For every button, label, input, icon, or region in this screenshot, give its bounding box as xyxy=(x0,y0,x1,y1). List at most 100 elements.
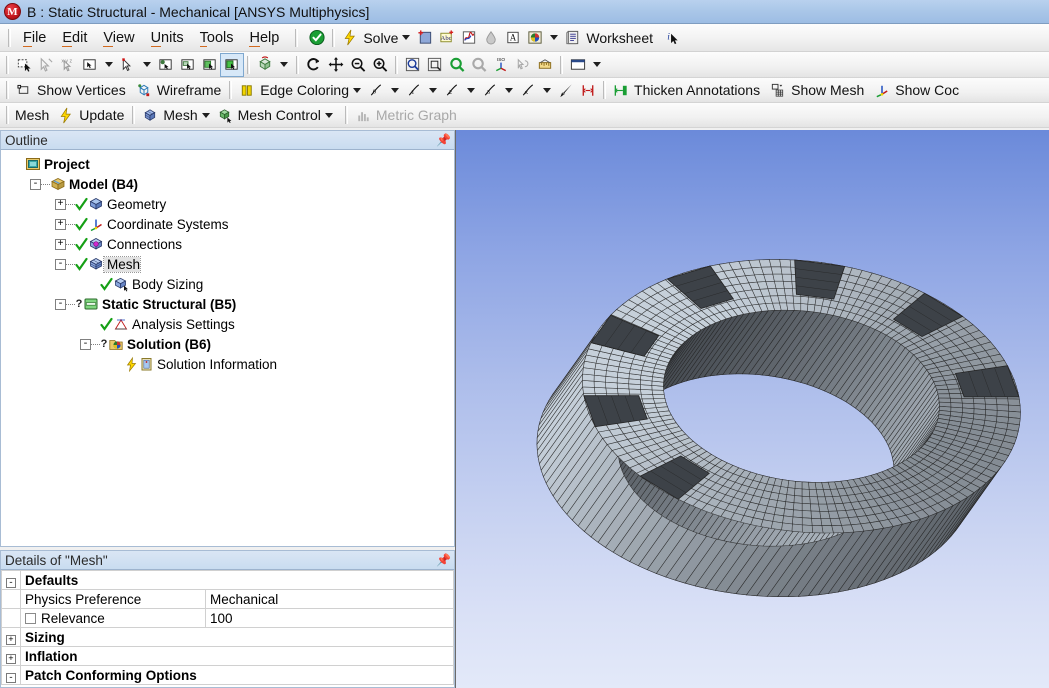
select-cursor-icon[interactable] xyxy=(13,54,35,76)
annotation-group-grip[interactable] xyxy=(603,81,606,99)
mesh-control-icon[interactable] xyxy=(214,104,236,126)
mesh-toolbar-grip[interactable] xyxy=(6,106,9,124)
tree-item-model-b4[interactable]: -Model (B4) xyxy=(5,174,454,194)
edge-thickness-1-caret[interactable] xyxy=(429,88,437,93)
lightning-solve-icon[interactable] xyxy=(339,27,361,49)
image-capture-icon[interactable] xyxy=(524,27,546,49)
edge-coloring-label[interactable]: Edge Coloring xyxy=(258,82,349,98)
menu-help[interactable]: Help xyxy=(241,28,287,48)
details-group-row[interactable]: +Inflation xyxy=(2,647,454,666)
body-select-active-icon[interactable] xyxy=(221,54,243,76)
edge-thickness-3-caret[interactable] xyxy=(505,88,513,93)
body-select-icon[interactable] xyxy=(199,54,221,76)
mesh-button-label[interactable]: Mesh xyxy=(161,107,197,123)
details-group-row[interactable]: -Defaults xyxy=(2,571,454,590)
menu-bar-grip[interactable] xyxy=(8,29,11,47)
rotate-icon[interactable] xyxy=(303,54,325,76)
tree-item-connections[interactable]: +Connections xyxy=(5,234,454,254)
details-expand-toggle[interactable]: + xyxy=(2,628,21,647)
update-button-label[interactable]: Update xyxy=(77,107,124,123)
edge-thickness-0-caret[interactable] xyxy=(391,88,399,93)
tree-item-project[interactable]: Project xyxy=(5,154,454,174)
tree-item-coordinate-systems[interactable]: +Coordinate Systems xyxy=(5,214,454,234)
menu-file[interactable]: File xyxy=(15,28,54,48)
vertex-select-icon[interactable] xyxy=(117,54,139,76)
probe-icon[interactable] xyxy=(480,27,502,49)
edge-thickness-1-icon[interactable]: 1 xyxy=(403,79,425,101)
details-collapse-toggle[interactable]: - xyxy=(2,666,21,685)
show-vertices-icon[interactable] xyxy=(13,79,35,101)
tree-item-geometry[interactable]: +Geometry xyxy=(5,194,454,214)
menu-units[interactable]: Units xyxy=(143,28,192,48)
box-zoom-icon[interactable] xyxy=(402,54,424,76)
solve-toolbar-grip[interactable] xyxy=(295,29,298,47)
thicken-annotations-label[interactable]: Thicken Annotations xyxy=(632,82,760,98)
pin-icon[interactable]: 📌 xyxy=(437,554,450,567)
image-capture-dropdown-caret[interactable] xyxy=(550,35,558,40)
tree-expand-toggle[interactable]: + xyxy=(55,239,66,250)
zoom-to-fit-icon[interactable] xyxy=(424,54,446,76)
magnify-grey-icon[interactable] xyxy=(468,54,490,76)
single-select-icon[interactable] xyxy=(79,54,101,76)
info-cursor-icon[interactable]: i xyxy=(661,27,683,49)
show-mesh-icon[interactable] xyxy=(767,79,789,101)
details-table-container[interactable]: -DefaultsPhysics PreferenceMechanicalRel… xyxy=(0,570,455,688)
graphics-toolbar-grip[interactable] xyxy=(6,56,9,74)
magnify-green-icon[interactable] xyxy=(446,54,468,76)
tree-expand-toggle[interactable]: + xyxy=(55,219,66,230)
iso-view-icon[interactable]: ISO xyxy=(490,54,512,76)
pan-icon[interactable] xyxy=(325,54,347,76)
mesh-cube-icon[interactable] xyxy=(139,104,161,126)
edge-coloring-icon[interactable] xyxy=(236,79,258,101)
green-check-icon[interactable] xyxy=(306,27,328,49)
details-collapse-toggle[interactable]: - xyxy=(2,571,21,590)
zoom-out-icon[interactable] xyxy=(347,54,369,76)
zoom-in-icon[interactable] xyxy=(369,54,391,76)
select-box-icon[interactable]: x y z xyxy=(57,54,79,76)
solve-group-grip[interactable] xyxy=(332,29,335,47)
set-view-icon[interactable] xyxy=(512,54,534,76)
navigate-group-grip[interactable] xyxy=(296,56,299,74)
edge-thickness-3-icon[interactable]: 3 xyxy=(479,79,501,101)
solve-button-label[interactable]: Solve xyxy=(361,30,398,46)
mesh-group-grip[interactable] xyxy=(132,106,135,124)
details-expand-toggle[interactable]: + xyxy=(2,647,21,666)
details-group-row[interactable]: +Sizing xyxy=(2,628,454,647)
details-property-value[interactable]: Mechanical xyxy=(206,590,454,609)
edge-thickness-auto-caret[interactable] xyxy=(543,88,551,93)
show-coordinate-systems-label[interactable]: Show Coc xyxy=(893,82,959,98)
tree-collapse-toggle[interactable]: - xyxy=(30,179,41,190)
new-graph-icon[interactable] xyxy=(458,27,480,49)
tree-collapse-toggle[interactable]: - xyxy=(80,339,91,350)
worksheet-icon[interactable] xyxy=(562,27,584,49)
details-checkbox[interactable] xyxy=(25,613,36,624)
menu-tools[interactable]: Tools xyxy=(192,28,242,48)
vertex-select-dropdown-caret[interactable] xyxy=(143,62,151,67)
worksheet-button-label[interactable]: Worksheet xyxy=(584,30,653,46)
zoom-group-grip[interactable] xyxy=(395,56,398,74)
edge-coloring-group-grip[interactable] xyxy=(229,81,232,99)
wireframe-label[interactable]: Wireframe xyxy=(155,82,222,98)
outline-tree-container[interactable]: Project-Model (B4)+Geometry+Coordinate S… xyxy=(0,150,455,547)
ruler-icon[interactable] xyxy=(534,54,556,76)
extend-selection-icon[interactable] xyxy=(35,54,57,76)
new-text-annotation-icon[interactable]: Abc xyxy=(436,27,458,49)
3d-graphics-viewport[interactable] xyxy=(455,130,1049,688)
tree-collapse-toggle[interactable]: - xyxy=(55,299,66,310)
tree-item-mesh[interactable]: -Mesh xyxy=(5,254,454,274)
pin-icon[interactable]: 📌 xyxy=(437,134,450,147)
annotation-thick-icon[interactable] xyxy=(610,79,632,101)
tree-item-static-structural-b5[interactable]: -?Static Structural (B5) xyxy=(5,294,454,314)
new-chart-icon[interactable] xyxy=(414,27,436,49)
mesh-control-dropdown-caret[interactable] xyxy=(325,113,333,118)
edge-thickness-0-icon[interactable]: 0 xyxy=(365,79,387,101)
metric-graph-group-grip[interactable] xyxy=(345,106,348,124)
details-group-row[interactable]: -Patch Conforming Options xyxy=(2,666,454,685)
viewport-layout-dropdown-caret[interactable] xyxy=(593,62,601,67)
edge-thickness-2-caret[interactable] xyxy=(467,88,475,93)
tree-expand-toggle[interactable]: + xyxy=(55,199,66,210)
face-select-icon[interactable] xyxy=(177,54,199,76)
show-mesh-label[interactable]: Show Mesh xyxy=(789,82,864,98)
menu-edit[interactable]: Edit xyxy=(54,28,95,48)
edge-select-icon[interactable] xyxy=(155,54,177,76)
